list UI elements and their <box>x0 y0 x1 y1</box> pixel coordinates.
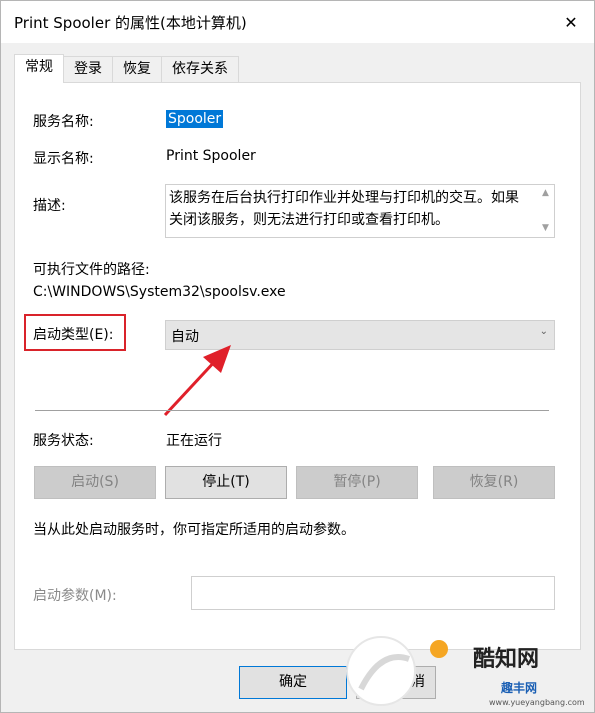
close-icon[interactable]: ✕ <box>548 1 594 43</box>
watermark-logo-icon <box>346 636 448 706</box>
red-arrow-annotation <box>163 345 231 417</box>
scroll-up-icon[interactable]: ▲ <box>537 185 554 202</box>
exe-path-label: 可执行文件的路径: <box>33 262 150 278</box>
tab-strip: 常规 登录 恢复 依存关系 <box>14 54 239 83</box>
exe-path-value[interactable]: C:\WINDOWS\System32\spoolsv.exe <box>33 284 286 300</box>
description-label: 描述: <box>33 198 66 214</box>
properties-dialog: Print Spooler 的属性(本地计算机) ✕ 常规 登录 恢复 依存关系… <box>0 0 595 713</box>
tab-general[interactable]: 常规 <box>14 54 64 83</box>
watermark-brand2: 趣丰网 <box>501 681 538 695</box>
chevron-down-icon: ⌄ <box>539 326 548 337</box>
watermark-url: www.yueyangbang.com <box>489 698 585 707</box>
resume-button[interactable]: 恢复(R) <box>433 466 555 499</box>
general-panel: 服务名称: Spooler 显示名称: Print Spooler 描述: 该服… <box>14 82 581 650</box>
description-scrollbar[interactable]: ▲ ▼ <box>537 185 554 237</box>
description-text: 该服务在后台执行打印作业并处理与打印机的交互。如果关闭该服务，则无法进行打印或查… <box>169 190 519 228</box>
tab-logon[interactable]: 登录 <box>63 56 113 82</box>
start-params-label: 启动参数(M): <box>33 588 117 604</box>
startup-type-value: 自动 <box>171 329 199 345</box>
start-button[interactable]: 启动(S) <box>34 466 156 499</box>
ok-button[interactable]: 确定 <box>239 666 347 699</box>
separator <box>35 410 549 411</box>
service-status-value: 正在运行 <box>166 433 222 449</box>
service-name-label: 服务名称: <box>33 114 94 130</box>
start-params-hint: 当从此处启动服务时，你可指定所适用的启动参数。 <box>33 522 355 538</box>
watermark-brand: 酷知网 <box>473 647 540 672</box>
tab-dependencies[interactable]: 依存关系 <box>161 56 239 82</box>
pause-button[interactable]: 暂停(P) <box>296 466 418 499</box>
tab-recovery[interactable]: 恢复 <box>112 56 162 82</box>
display-name-value[interactable]: Print Spooler <box>166 148 256 164</box>
scroll-down-icon[interactable]: ▼ <box>537 220 554 237</box>
display-name-label: 显示名称: <box>33 151 94 167</box>
window-title: Print Spooler 的属性(本地计算机) <box>14 14 247 32</box>
service-status-label: 服务状态: <box>33 433 94 449</box>
start-params-input[interactable] <box>191 576 555 610</box>
description-box[interactable]: 该服务在后台执行打印作业并处理与打印机的交互。如果关闭该服务，则无法进行打印或查… <box>165 184 555 238</box>
service-name-value[interactable]: Spooler <box>166 110 224 128</box>
stop-button[interactable]: 停止(T) <box>165 466 287 499</box>
startup-type-label: 启动类型(E): <box>33 327 114 343</box>
title-bar: Print Spooler 的属性(本地计算机) ✕ <box>1 1 594 43</box>
